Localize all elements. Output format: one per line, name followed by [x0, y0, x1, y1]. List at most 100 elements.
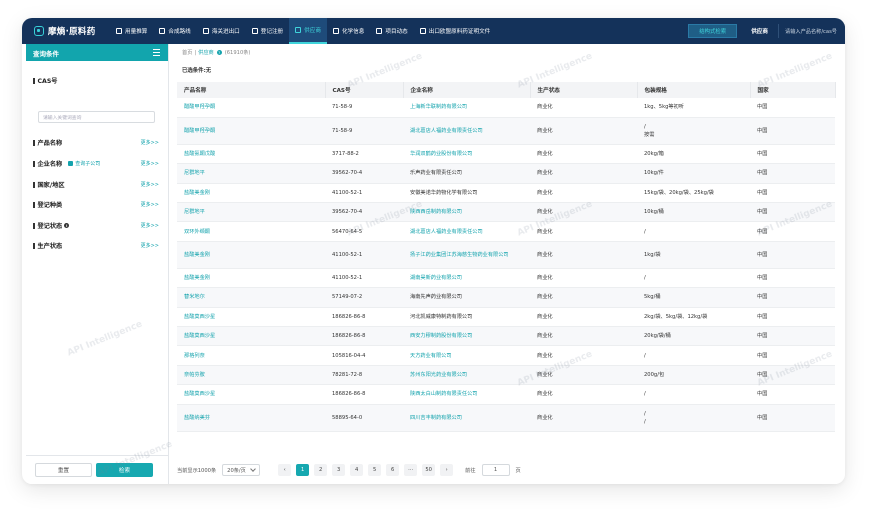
cell-product[interactable]: 盐酸莫西沙星 [177, 307, 325, 328]
prev-page-button[interactable]: ‹ [278, 464, 292, 476]
cell-company[interactable]: 海南先声药业有限公司 [403, 287, 530, 308]
filter-country[interactable]: 国家/地区 [33, 180, 65, 189]
column-header[interactable]: 国家 [750, 82, 836, 98]
next-page-button[interactable]: › [440, 464, 454, 476]
more-link-registration-type[interactable]: 更多>> [141, 201, 159, 208]
cell-product[interactable]: 醋酸甲羟孕酮 [177, 98, 325, 118]
column-header[interactable]: 生产状态 [530, 82, 638, 98]
page-number-button[interactable]: 2 [314, 464, 328, 476]
cell-product[interactable]: 盐酸氨酮戊酸 [177, 144, 325, 165]
cell-company[interactable]: 湖北葛店人福药业有限责任公司 [403, 221, 530, 242]
cell-company[interactable]: 苏州东阳光药业有限公司 [403, 365, 530, 386]
nav-item-project[interactable]: 项目动态 [370, 18, 413, 44]
cell-product[interactable]: 替米地尔 [177, 287, 325, 308]
column-header[interactable]: 包装规格 [637, 82, 751, 98]
page-number-button[interactable]: 5 [368, 464, 382, 476]
cell-company[interactable]: 上海新华联制药有限公司 [403, 98, 530, 118]
filter-company-name[interactable]: 企业名称 查询子公司 [33, 159, 100, 168]
menu-icon[interactable] [153, 49, 160, 56]
table-row[interactable]: 替米地尔 57149-07-2 海南先声药业有限公司 商业化 5kg/桶 中国 [177, 287, 835, 308]
more-link-registration-status[interactable]: 更多>> [141, 222, 159, 229]
page-number-button[interactable]: 4 [350, 464, 364, 476]
cell-company[interactable]: 安徽美诺华药物化学有限公司 [403, 183, 530, 204]
table-row[interactable]: 盐酸莫西沙星 186826-86-8 河北凯威康特制药有限公司 商业化 2kg/袋、5k… [177, 307, 835, 328]
table-row[interactable]: 尼群地平 39562-70-4 乐声药业有限责任公司 商业化 10kg/件 中国 [177, 163, 835, 184]
table-row[interactable]: 盐酸氨酮戊酸 3717-88-2 华润双鹤药业股份有限公司 商业化 20kg/箱 中国 [177, 144, 835, 165]
cell-company[interactable]: 陕西西岳制药有限公司 [403, 202, 530, 223]
page-number-button[interactable]: 3 [332, 464, 346, 476]
cell-product[interactable]: 那格列奈 [177, 345, 325, 366]
subsidiary-checkbox[interactable]: 查询子公司 [68, 160, 100, 167]
more-link-production-status[interactable]: 更多>> [141, 242, 159, 249]
cell-company[interactable]: 湖南昊新药业有限公司 [403, 268, 530, 289]
cell-cas: 186826-86-8 [325, 326, 403, 347]
nav-item-chart[interactable]: 用量推算 [110, 18, 153, 44]
table-row[interactable]: 盐酸美金刚 41100-52-1 安徽美诺华药物化学有限公司 商业化 15kg/袋、20… [177, 183, 835, 204]
cell-product[interactable]: 尼群地平 [177, 163, 325, 184]
cell-product[interactable]: 盐酸莫西沙星 [177, 326, 325, 347]
table-row[interactable]: 盐酸莫西沙星 186826-86-8 陕西太白山制药有限责任公司 商业化 / 中国 [177, 384, 835, 405]
info-icon[interactable]: i [64, 223, 70, 228]
search-scope-select[interactable]: 供应商 [741, 24, 778, 38]
page-number-button[interactable]: 6 [386, 464, 400, 476]
table-row[interactable]: 双环外缬酮 56470-64-5 湖北葛店人福药业有限责任公司 商业化 / 中国 [177, 221, 835, 242]
table-row[interactable]: 盐酸纳美芬 58895-64-0 四川吉丰制药有限公司 商业化 / / 中国 [177, 404, 835, 432]
reset-button[interactable]: 重置 [35, 463, 92, 477]
filter-registration-status[interactable]: 登记状态 i [33, 221, 70, 230]
column-header[interactable]: 企业名称 [403, 82, 531, 98]
table-row[interactable]: 奈帕芬胺 78281-72-8 苏州东阳光药业有限公司 商业化 200g/包 中国 [177, 365, 835, 386]
search-button[interactable]: 检索 [96, 463, 153, 477]
breadcrumb-home[interactable]: 首页 [182, 49, 192, 56]
cell-product[interactable]: 尼群地平 [177, 202, 325, 223]
nav-item-customs[interactable]: 海关进出口 [197, 18, 246, 44]
cell-product[interactable]: 奈帕芬胺 [177, 365, 325, 386]
cell-company[interactable]: 乐声药业有限责任公司 [403, 163, 530, 184]
sidebar-header: 查询条件 [26, 44, 168, 61]
cell-product[interactable]: 双环外缬酮 [177, 221, 325, 242]
filter-registration-type[interactable]: 登记种类 [33, 200, 62, 209]
table-row[interactable]: 醋酸甲羟孕酮 71-58-9 上海新华联制药有限公司 商业化 1kg、5kg等初听 中国 [177, 98, 835, 118]
cas-search-input[interactable]: 请输入关键词查询 [38, 111, 155, 123]
page-number-button[interactable]: 1 [296, 464, 310, 476]
table-row[interactable]: 醋酸甲羟孕酮 71-58-9 湖北葛店人福药业有限责任公司 商业化 / 按需 中国 [177, 117, 835, 145]
page-size-select[interactable]: 20条/页 [222, 464, 261, 476]
table-row[interactable]: 那格列奈 105816-04-4 天方药业有限公司 商业化 / 中国 [177, 345, 835, 366]
cell-company[interactable]: 四川吉丰制药有限公司 [403, 404, 530, 432]
column-header[interactable]: CAS号 [325, 82, 404, 98]
cell-company[interactable]: 西安力穆制药股份有限公司 [403, 326, 530, 347]
cell-product[interactable]: 盐酸纳美芬 [177, 404, 325, 432]
more-link-product[interactable]: 更多>> [141, 139, 159, 146]
app-logo[interactable]: 摩熵·原料药 [22, 25, 110, 37]
filter-production-status[interactable]: 生产状态 [33, 241, 62, 250]
table-row[interactable]: 盐酸美金刚 41100-52-1 湖南昊新药业有限公司 商业化 / 中国 [177, 268, 835, 289]
page-number-button[interactable]: 50 [422, 464, 436, 476]
table-row[interactable]: 尼群地平 39562-70-4 陕西西岳制药有限公司 商业化 10kg/桶 中国 [177, 202, 835, 223]
table-row[interactable]: 盐酸莫西沙星 186826-86-8 西安力穆制药股份有限公司 商业化 20kg/袋/桶… [177, 326, 835, 347]
cell-product[interactable]: 盐酸莫西沙星 [177, 384, 325, 405]
help-icon[interactable]: ? [216, 50, 222, 55]
structure-search-button[interactable]: 结构式检索 [688, 24, 738, 38]
cell-product[interactable]: 盐酸美金刚 [177, 241, 325, 269]
column-header[interactable]: 产品名称 [177, 82, 326, 98]
nav-item-register[interactable]: 登记注册 [246, 18, 289, 44]
global-search-input[interactable]: 请输入产品名称/cas号 [778, 24, 845, 38]
more-link-country[interactable]: 更多>> [141, 181, 159, 188]
page-number-button[interactable]: ··· [404, 464, 418, 476]
nav-item-supplier[interactable]: 供应商 [289, 18, 327, 44]
cell-product[interactable]: 盐酸美金刚 [177, 268, 325, 289]
cell-company[interactable]: 陕西太白山制药有限责任公司 [403, 384, 530, 405]
table-row[interactable]: 盐酸美金刚 41100-52-1 扬子江药业集团江苏海慈生物药业有限公司 商业化 1kg… [177, 241, 835, 269]
cell-company[interactable]: 华润双鹤药业股份有限公司 [403, 144, 530, 165]
nav-item-route[interactable]: 合成路线 [153, 18, 196, 44]
filter-product-name[interactable]: 产品名称 [33, 138, 62, 147]
cell-company[interactable]: 扬子江药业集团江苏海慈生物药业有限公司 [403, 241, 530, 269]
cell-product[interactable]: 醋酸甲羟孕酮 [177, 117, 325, 145]
cell-company[interactable]: 河北凯威康特制药有限公司 [403, 307, 530, 328]
cell-company[interactable]: 天方药业有限公司 [403, 345, 530, 366]
cell-product[interactable]: 盐酸美金刚 [177, 183, 325, 204]
cell-company[interactable]: 湖北葛店人福药业有限责任公司 [403, 117, 530, 145]
nav-item-chemistry[interactable]: 化学信息 [327, 18, 370, 44]
nav-item-document[interactable]: 出口欧盟原料药证明文件 [414, 18, 497, 44]
goto-page-input[interactable]: 1 [481, 464, 510, 476]
more-link-company[interactable]: 更多>> [141, 160, 159, 167]
